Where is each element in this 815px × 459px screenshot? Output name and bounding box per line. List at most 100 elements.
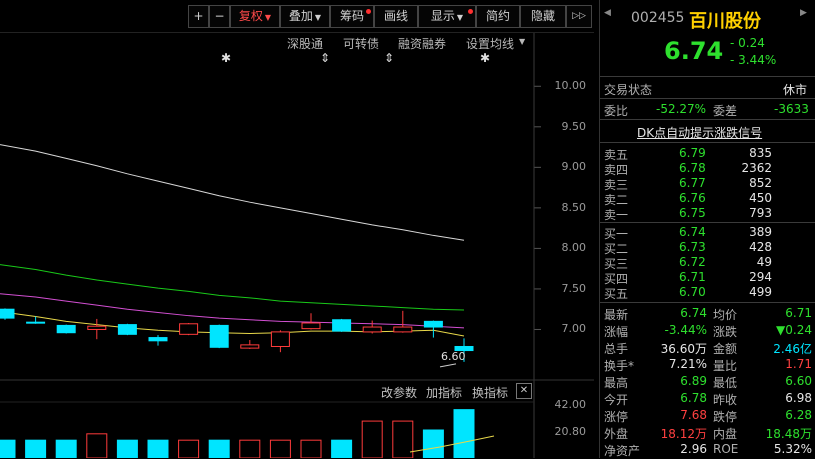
quote-panel: ◀ 002455 百川股份 ▶ 6.74 - 0.24 - 3.44% 交易状态… (599, 0, 815, 458)
expand-icon[interactable]: ▷▷ (566, 5, 592, 28)
candle[interactable] (301, 313, 321, 330)
bid-price: 6.71 (679, 270, 706, 284)
candle[interactable] (423, 320, 443, 338)
jianyue-button[interactable]: 简约 (476, 5, 520, 28)
rongzi-link[interactable]: 融资融券 (398, 35, 446, 52)
stat-label: 涨幅 (604, 325, 629, 339)
stat-label: 最高 (604, 376, 629, 390)
candle[interactable] (332, 318, 352, 332)
candle[interactable] (179, 322, 199, 336)
ma-white-line (0, 144, 465, 241)
candle[interactable] (117, 323, 137, 336)
bid-price: 6.72 (679, 255, 706, 269)
candle[interactable] (270, 330, 290, 353)
bid-volume: 499 (749, 285, 772, 299)
stat-label: 净资产 (604, 444, 641, 458)
stat-value: 18.12万 (660, 427, 707, 441)
zoom-in-button[interactable]: + (188, 5, 209, 28)
ask-price: 6.78 (679, 161, 706, 175)
shengutong-link[interactable]: 深股通 (287, 35, 323, 52)
candle-body (362, 326, 382, 333)
ask-volume: 450 (749, 191, 772, 205)
candle[interactable] (240, 340, 260, 349)
edit-params-button[interactable]: 改参数 (381, 384, 417, 401)
candle-body (87, 325, 107, 330)
dk-signal-link[interactable]: DK点自动提示涨跌信号 (637, 124, 762, 141)
price-tick-label: 10.00 (554, 79, 587, 93)
price-tick-label: 8.00 (561, 241, 587, 255)
candle[interactable] (209, 324, 229, 349)
stat-label: 外盘 (604, 427, 629, 441)
candle-body (209, 324, 229, 348)
candle-body (179, 323, 199, 335)
volume-tick-label: 20.80 (554, 424, 587, 438)
volume-bar (208, 439, 230, 458)
event-arrow-icon[interactable]: ⇕ (320, 51, 330, 65)
candle[interactable] (362, 320, 382, 334)
chouma-button[interactable]: 筹码 (330, 5, 374, 28)
event-star-icon[interactable]: ✱ (221, 51, 231, 65)
stat-label: 涨停 (604, 410, 629, 424)
zoom-out-button[interactable]: − (209, 5, 230, 28)
close-icon[interactable]: ✕ (516, 383, 532, 399)
xianshi-dropdown[interactable]: 显示 ▼ (418, 5, 476, 28)
price-tick-label: 9.00 (561, 160, 587, 174)
yincang-button[interactable]: 隐藏 (520, 5, 566, 28)
candle[interactable] (56, 324, 76, 334)
bid-volume: 49 (756, 255, 772, 269)
price-change-pct: - 3.44% (730, 53, 777, 67)
price-tick-label: 9.50 (561, 119, 587, 133)
stat-value: 6.89 (680, 374, 707, 388)
low-arrow-icon (439, 363, 457, 368)
stat-value: 18.48万 (765, 427, 812, 441)
notification-dot-icon (366, 9, 371, 14)
stat-value: 7.21% (668, 357, 707, 371)
stat-label: 内盘 (713, 427, 738, 441)
candle[interactable] (87, 318, 107, 340)
ma-settings-link[interactable]: 设置均线 (466, 35, 514, 52)
arrow-right-icon[interactable]: ▶ (800, 8, 807, 18)
candle[interactable] (0, 308, 15, 320)
low-price-annotation: 6.60 (441, 350, 466, 363)
divider (600, 98, 815, 99)
candle-body (148, 337, 168, 342)
volume-tick-label: 42.00 (554, 397, 587, 411)
stat-value: 6.28 (785, 408, 812, 422)
candle-body (117, 324, 137, 335)
volume-bar (178, 439, 200, 458)
volume-bar (55, 439, 77, 458)
ask-price: 6.75 (679, 206, 706, 220)
stat-value: 6.60 (785, 374, 812, 388)
bid-level-label: 买五 (604, 287, 629, 301)
stat-value: 6.71 (785, 306, 812, 320)
bid-price: 6.70 (679, 285, 706, 299)
stat-value: 7.68 (680, 408, 707, 422)
arrow-left-icon[interactable]: ◀ (604, 8, 611, 18)
ask-volume: 852 (749, 176, 772, 190)
stat-label: 金额 (713, 342, 738, 356)
candle[interactable] (148, 335, 168, 346)
fuquan-label: 复权 (238, 9, 263, 23)
switch-indicator-button[interactable]: 换指标 (472, 384, 508, 401)
ask-price: 6.76 (679, 191, 706, 205)
stat-value: 2.96 (680, 442, 707, 456)
volume-ma-line (409, 435, 495, 453)
volume-bar (25, 439, 47, 458)
candle[interactable] (393, 310, 413, 333)
candle-body (0, 308, 15, 319)
candle-body (332, 319, 352, 332)
volume-bar (147, 439, 169, 458)
price-tick-label: 8.50 (561, 200, 587, 214)
add-indicator-button[interactable]: 加指标 (426, 384, 462, 401)
fuquan-dropdown[interactable]: 复权 ▼ (230, 5, 280, 28)
chevron-down-icon[interactable]: ▼ (519, 37, 525, 46)
stat-label: 跌停 (713, 410, 738, 424)
ask-price: 6.77 (679, 176, 706, 190)
volume-bar (331, 439, 353, 458)
diejia-dropdown[interactable]: 叠加 ▼ (280, 5, 330, 28)
event-arrow-icon[interactable]: ⇕ (384, 51, 394, 65)
huaxian-button[interactable]: 画线 (374, 5, 418, 28)
kezhuanzhai-link[interactable]: 可转债 (343, 35, 379, 52)
event-star-icon[interactable]: ✱ (480, 51, 490, 65)
volume-bar (86, 433, 108, 458)
